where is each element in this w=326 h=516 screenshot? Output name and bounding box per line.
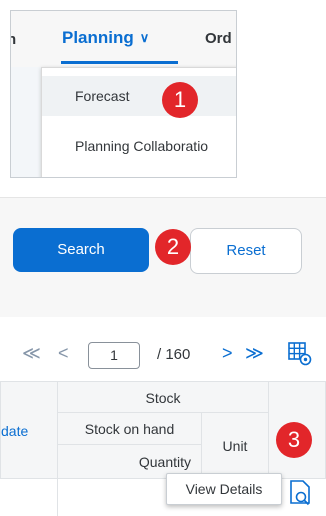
column-divider	[57, 478, 58, 516]
column-header-stock-on-hand[interactable]: Stock on hand	[57, 412, 202, 445]
column-header-date-label: date	[1, 423, 29, 439]
step-badge-1: 1	[162, 82, 198, 118]
table-settings-icon[interactable]	[288, 342, 312, 371]
column-group-stock: Stock	[57, 381, 269, 413]
top-nav-bar: n Planning ∨ Ord	[11, 11, 236, 68]
step-badge-2: 2	[155, 229, 191, 265]
total-pages-label: / 160	[157, 346, 191, 363]
page-number-input[interactable]: 1	[88, 342, 140, 369]
menu-item-forecast-label: Forecast	[75, 88, 130, 104]
planning-dropdown-menu: Forecast Planning Collaboratio	[41, 67, 236, 177]
search-button[interactable]: Search	[13, 228, 149, 272]
menu-item-planning-collaboration-label: Planning Collaboratio	[75, 138, 209, 154]
step-badge-3: 3	[276, 422, 312, 458]
chevron-down-icon: ∨	[139, 30, 150, 45]
tab-partial-right[interactable]: Ord	[205, 30, 232, 47]
last-page-icon[interactable]: ≫	[245, 343, 264, 364]
column-header-date[interactable]: date	[0, 381, 58, 479]
view-details-tooltip: View Details	[166, 473, 282, 505]
column-header-unit[interactable]: Unit	[201, 412, 269, 479]
active-tab-indicator	[61, 61, 178, 64]
reset-button[interactable]: Reset	[190, 228, 302, 274]
page-background-strip	[11, 67, 41, 177]
menu-item-planning-collaboration[interactable]: Planning Collaboratio	[42, 126, 236, 166]
tab-planning-label: Planning	[62, 28, 134, 47]
grid-gear-icon	[288, 342, 312, 366]
view-details-icon[interactable]	[288, 478, 314, 513]
tab-planning[interactable]: Planning ∨	[62, 28, 149, 48]
first-page-icon[interactable]: ≪	[22, 343, 41, 364]
tab-partial-left[interactable]: n	[11, 31, 16, 48]
menu-item-forecast[interactable]: Forecast	[42, 76, 236, 116]
navigation-menu-panel: n Planning ∨ Ord Forecast Planning Collab…	[10, 10, 237, 178]
next-page-icon[interactable]: >	[222, 343, 233, 364]
previous-page-icon[interactable]: <	[58, 343, 69, 364]
document-search-icon	[290, 480, 310, 506]
